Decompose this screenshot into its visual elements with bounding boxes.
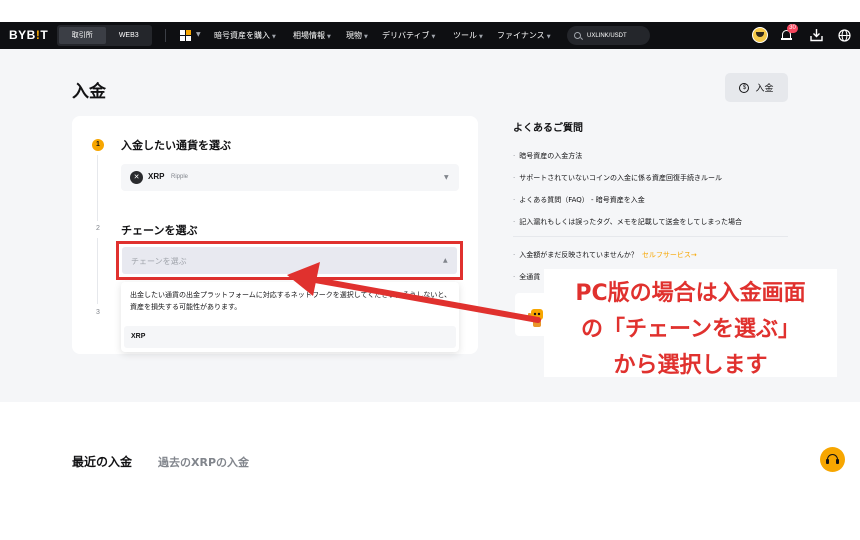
faq-item[interactable]: · サポートされていないコインの入金に係る資産回復手続きルール [513, 173, 722, 183]
navbar-divider [165, 29, 166, 42]
step-2-title: チェーンを選ぶ [121, 224, 198, 237]
search-input[interactable]: UXLINK/USDT [567, 26, 650, 45]
coin-name: Ripple [171, 174, 189, 180]
chain-select-highlight: チェーンを選ぶ ▲ [116, 241, 463, 280]
avatar[interactable] [752, 27, 768, 43]
chevron-down-icon: ▼ [479, 34, 483, 40]
globe-icon[interactable] [838, 29, 851, 42]
step-connector-line [97, 155, 98, 221]
recent-deposits-subtitle[interactable]: 過去のXRPの入金 [158, 454, 249, 470]
search-value: UXLINK/USDT [587, 32, 627, 39]
apps-grid-icon[interactable] [180, 30, 192, 41]
platform-switch: 取引所 WEB3 [57, 25, 152, 46]
nav-finance[interactable]: ファイナンス ▼ [497, 30, 551, 41]
chain-select[interactable]: チェーンを選ぶ ▲ [122, 247, 457, 274]
annotation-line-2: の「チェーンを選ぶ」 [581, 317, 800, 342]
page-title: 入金 [72, 82, 106, 102]
coin-select[interactable]: ✕ XRP Ripple ▼ [121, 164, 459, 191]
step-1-title: 入金したい通貨を選ぶ [121, 139, 231, 152]
bybit-logo[interactable]: BYB!T [9, 28, 48, 42]
chevron-down-icon: ▼ [272, 34, 276, 40]
faq-divider [513, 236, 788, 237]
annotation-line-1: PC版の場合は入金画面 [575, 281, 806, 306]
coin-icon: $ [739, 82, 750, 93]
faq-item[interactable]: · よくある質問（FAQ） - 暗号資産を入金 [513, 195, 645, 205]
chain-select-placeholder: チェーンを選ぶ [131, 257, 187, 266]
step-3-number: 3 [96, 309, 100, 316]
annotation-line-3: から選択します [613, 353, 768, 378]
nav-tools[interactable]: ツール ▼ [453, 30, 483, 41]
chevron-down-icon: ▼ [364, 34, 368, 40]
deposit-button[interactable]: $ 入金 [725, 73, 788, 102]
chevron-down-icon: ▼ [196, 31, 201, 38]
xrp-icon: ✕ [130, 171, 143, 184]
chevron-down-icon: ▼ [546, 34, 551, 40]
faq-title: よくあるご質問 [513, 123, 583, 134]
step-1-number: 1 [92, 139, 104, 151]
download-icon[interactable] [810, 28, 823, 42]
step-connector-line [97, 238, 98, 304]
switch-exchange-tab[interactable]: 取引所 [59, 27, 106, 44]
notification-badge: 30 [787, 24, 798, 33]
search-icon [574, 32, 581, 39]
chain-dropdown: 出金したい通貨の出金プラットフォームに対応するネットワークを選択してください。そ… [121, 282, 459, 352]
switch-web3-tab[interactable]: WEB3 [106, 32, 153, 39]
coin-symbol: XRP [148, 172, 165, 181]
step-2-number: 2 [96, 225, 100, 232]
chevron-down-icon: ▼ [327, 34, 331, 40]
top-navbar: BYB!T 取引所 WEB3 ▼ 暗号資産を購入 ▼ 相場情報 ▼ 現物 ▼ デリバテ… [0, 22, 860, 49]
chevron-down-icon: ▼ [444, 174, 449, 181]
faq-item[interactable]: · 記入漏れもしくは誤ったタグ、メモを記載して送金をしてしまった場合 [513, 217, 742, 227]
nav-derivatives[interactable]: デリバティブ ▼ [382, 30, 435, 41]
deposit-button-label: 入金 [755, 84, 774, 94]
nav-markets[interactable]: 相場情報 ▼ [293, 30, 331, 41]
annotation-callout: PC版の場合は入金画面 の「チェーンを選ぶ」 から選択します [544, 269, 837, 378]
faq-item[interactable]: · 全通貨 [513, 272, 540, 282]
recent-deposits-title: 最近の入金 [72, 455, 133, 469]
self-service-link[interactable]: セルフサービス→ [642, 251, 697, 259]
chain-warning-text: 出金したい通貨の出金プラットフォームに対応するネットワークを選択してください。そ… [130, 291, 452, 311]
faq-item[interactable]: · 暗号資産の入金方法 [513, 151, 582, 161]
faq-item-unreflected: · 入金額がまだ反映されていませんか？ セルフサービス→ [513, 251, 697, 259]
chevron-up-icon: ▲ [443, 257, 448, 264]
chevron-down-icon: ▼ [431, 34, 436, 40]
nav-buy-crypto[interactable]: 暗号資産を購入 ▼ [214, 30, 276, 41]
chain-option-xrp[interactable]: XRP [124, 326, 456, 348]
nav-spot[interactable]: 現物 ▼ [346, 30, 368, 41]
chain-option-label: XRP [131, 333, 146, 340]
support-button[interactable] [820, 447, 845, 472]
headset-icon [826, 454, 839, 464]
